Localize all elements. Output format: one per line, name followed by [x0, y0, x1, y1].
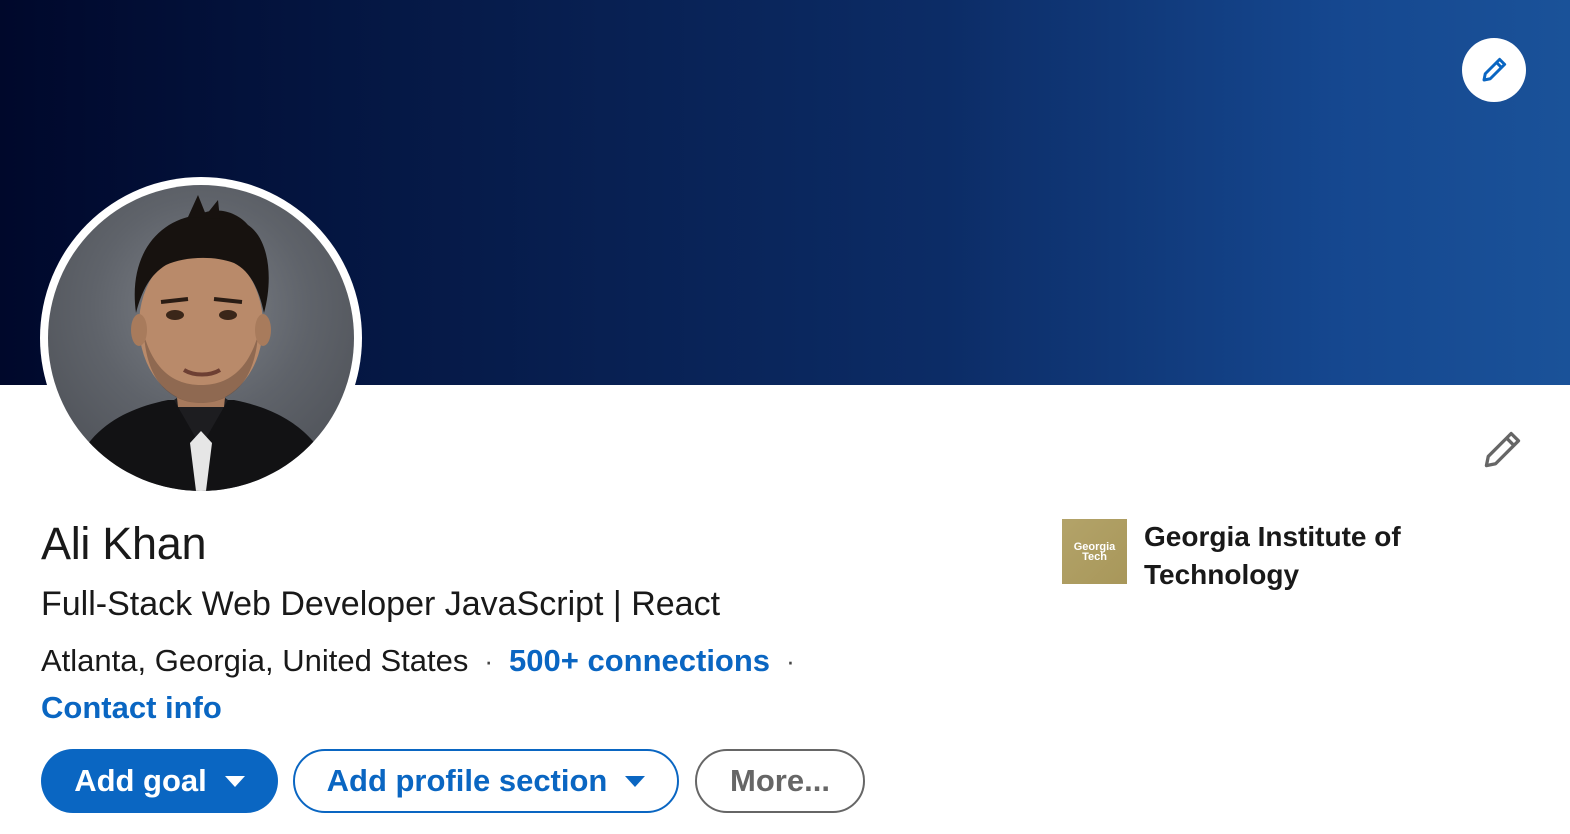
profile-name: Ali Khan [41, 518, 207, 569]
georgia-tech-logo: Georgia Tech [1062, 519, 1127, 584]
contact-info-link[interactable]: Contact info [41, 690, 222, 726]
avatar-portrait [68, 195, 338, 491]
logo-text-line1: Georgia [1073, 540, 1116, 553]
caret-down-icon [224, 775, 245, 787]
location-row: Atlanta, Georgia, United States · 500+ c… [41, 643, 811, 679]
connections-link[interactable]: 500+ connections [509, 643, 770, 679]
school-name: Georgia Institute of Technology [1144, 521, 1401, 590]
education-school-link[interactable]: Georgia Tech Georgia Institute of Techno… [1062, 518, 1444, 594]
profile-headline: Full-Stack Web Developer JavaScript | Re… [41, 585, 721, 623]
add-profile-section-label: Add profile section [326, 763, 608, 798]
separator-dot: · [786, 645, 795, 676]
edit-cover-button[interactable] [1462, 38, 1526, 102]
profile-location: Atlanta, Georgia, United States [41, 643, 469, 678]
profile-card: Ali Khan Full-Stack Web Developer JavaSc… [0, 0, 1570, 834]
caret-down-icon [625, 775, 646, 787]
logo-text-line2: Tech [1082, 550, 1107, 563]
add-goal-button[interactable]: Add goal [41, 749, 278, 813]
profile-photo[interactable] [40, 177, 362, 499]
avatar [48, 185, 354, 491]
more-button[interactable]: More... [695, 749, 865, 813]
separator-dot: · [484, 645, 494, 676]
more-label: More... [730, 763, 830, 798]
add-goal-label: Add goal [74, 763, 207, 798]
add-profile-section-button[interactable]: Add profile section [293, 749, 679, 813]
pencil-icon [1482, 57, 1507, 82]
edit-intro-button[interactable] [1474, 422, 1530, 478]
pencil-icon [1484, 431, 1521, 468]
